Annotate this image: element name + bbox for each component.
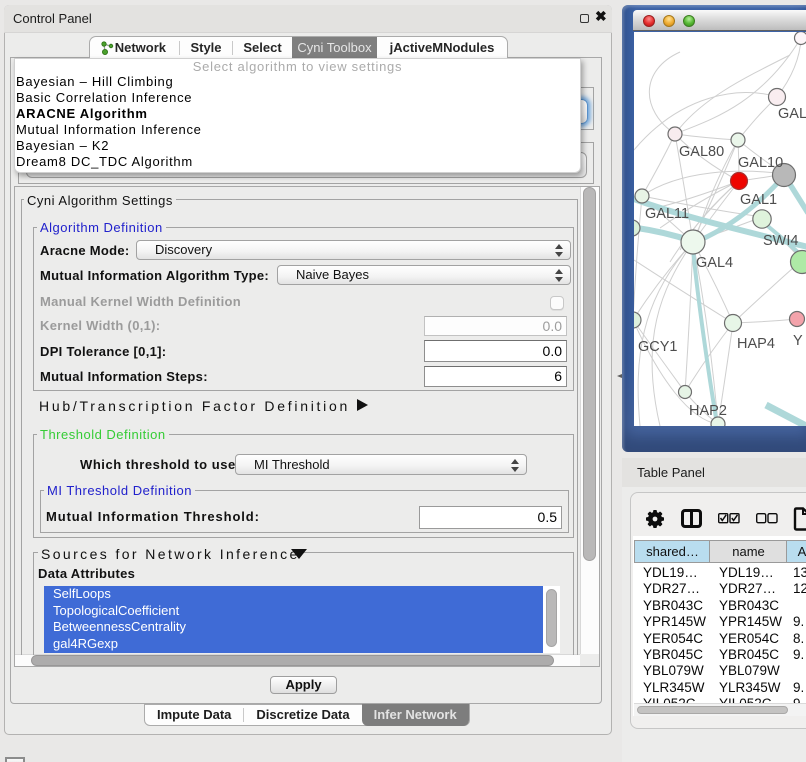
svg-text:GAL4: GAL4 xyxy=(696,255,733,271)
svg-text:GAL11: GAL11 xyxy=(645,206,689,222)
svg-text:HAP4: HAP4 xyxy=(737,336,775,352)
svg-text:GCY1: GCY1 xyxy=(638,339,678,355)
svg-text:GAL: GAL xyxy=(778,106,806,122)
svg-text:HAP2: HAP2 xyxy=(689,403,727,419)
svg-text:GAL80: GAL80 xyxy=(679,144,724,160)
svg-text:GAL1: GAL1 xyxy=(740,192,777,208)
svg-text:Y: Y xyxy=(793,333,803,349)
svg-text:SWI4: SWI4 xyxy=(763,233,798,249)
svg-text:GAL10: GAL10 xyxy=(738,155,783,171)
